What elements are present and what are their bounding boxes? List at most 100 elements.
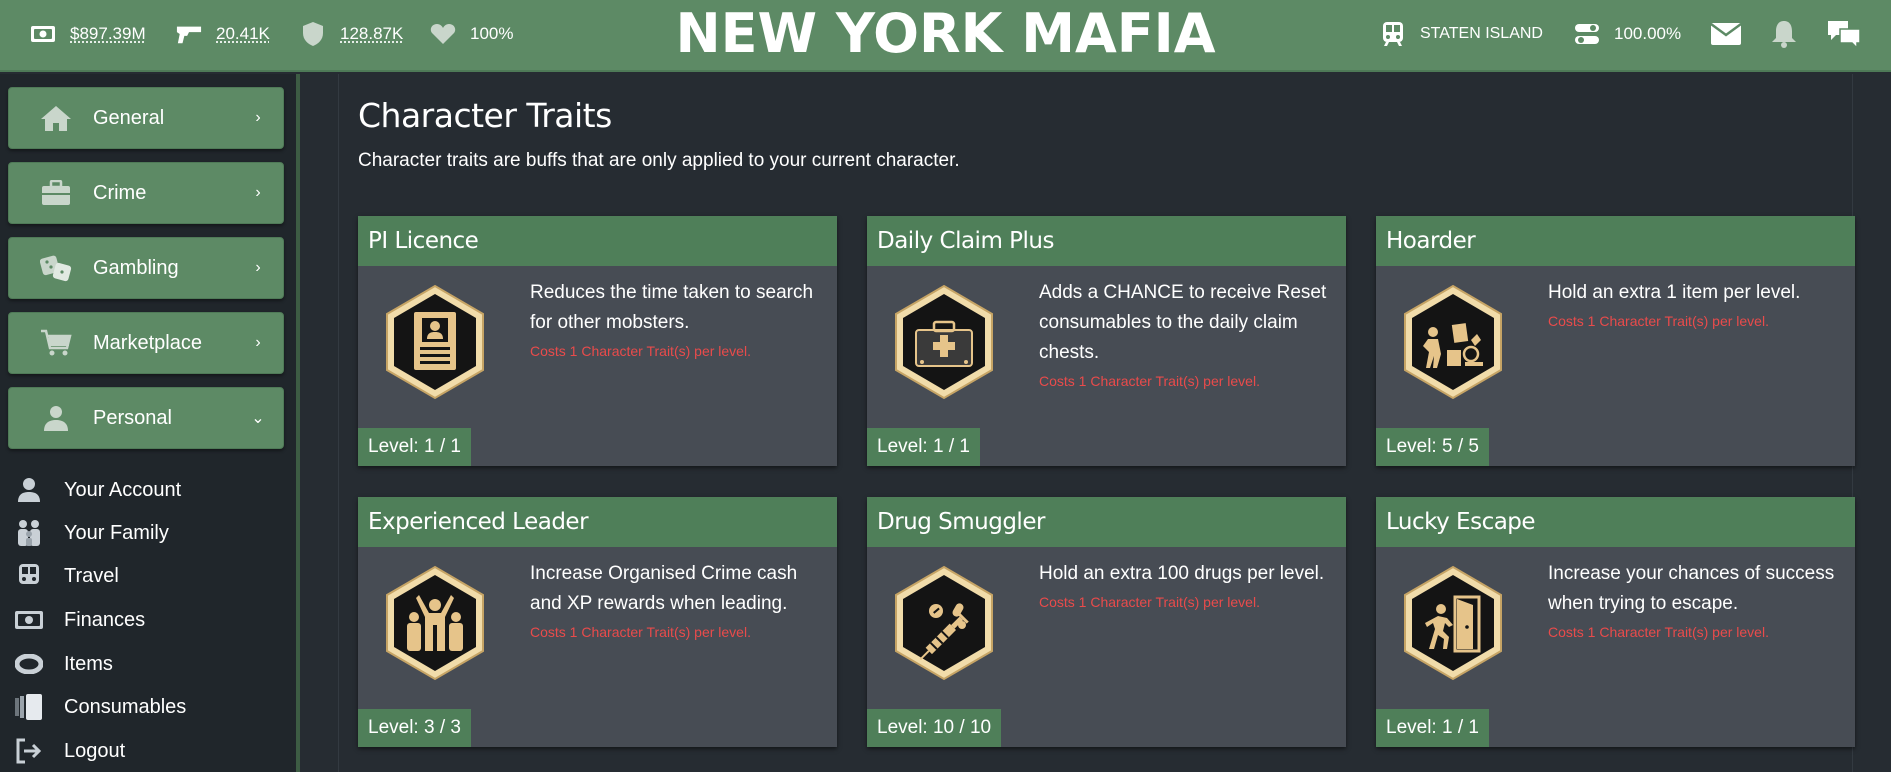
trait-level: Level: 5 / 5	[1376, 428, 1489, 466]
trait-level: Level: 10 / 10	[867, 709, 1002, 747]
location-value: STATEN ISLAND	[1420, 25, 1543, 42]
menu-label: Gambling	[93, 256, 179, 279]
trait-name: Hoarder	[1376, 216, 1855, 266]
trait-name: Drug Smuggler	[867, 497, 1346, 547]
logout-icon	[14, 736, 44, 766]
progress-stat[interactable]: 100.00%	[1574, 0, 1681, 68]
trait-card-lucky-escape[interactable]: Lucky Escape Increase your chances of su…	[1376, 497, 1855, 747]
briefcase-icon	[39, 176, 73, 210]
trait-level: Level: 1 / 1	[867, 428, 980, 466]
sidebar-item-consumables[interactable]: Consumables	[14, 689, 186, 725]
trait-description: Hold an extra 100 drugs per level.	[1039, 563, 1325, 584]
menu-general[interactable]: General ›	[8, 87, 284, 149]
trait-name: Daily Claim Plus	[867, 216, 1346, 266]
trait-cost: Costs 1 Character Trait(s) per level.	[530, 624, 751, 640]
bullets-stat[interactable]: 20.41K	[176, 0, 270, 68]
page-title: Character Traits	[358, 96, 612, 135]
menu-gambling[interactable]: Gambling ›	[8, 237, 284, 299]
bell-icon[interactable]	[1766, 16, 1802, 52]
cash-value: $897.39M	[70, 24, 146, 43]
gun-icon	[176, 21, 202, 47]
trait-level: Level: 1 / 1	[1376, 709, 1489, 747]
page-subtitle: Character traits are buffs that are only…	[358, 150, 960, 171]
group-icon	[386, 565, 484, 681]
heart-icon	[430, 21, 456, 47]
cash-icon	[14, 605, 44, 635]
trait-description: Reduces the time taken to search for oth…	[530, 282, 814, 333]
defense-stat[interactable]: 128.87K	[300, 0, 403, 68]
trait-card-pi-licence[interactable]: PI Licence Reduces the time taken to sea…	[358, 216, 837, 466]
trait-card-daily-claim-plus[interactable]: Daily Claim Plus Adds a CHANCE to receiv…	[867, 216, 1346, 466]
train-icon	[14, 561, 44, 591]
health-stat[interactable]: 100%	[430, 0, 513, 68]
sidebar-item-logout[interactable]: Logout	[14, 733, 125, 769]
chevron-down-icon: ⌄	[251, 410, 265, 427]
chevron-right-icon: ›	[255, 109, 261, 126]
sidebar-item-label: Consumables	[64, 695, 187, 718]
trait-description-block: Hold an extra 1 item per level. Costs 1 …	[1548, 278, 1848, 332]
trait-level: Level: 1 / 1	[358, 428, 471, 466]
trait-cost: Costs 1 Character Trait(s) per level.	[530, 343, 751, 359]
trait-level: Level: 3 / 3	[358, 709, 471, 747]
sidebar-item-items[interactable]: Items	[14, 646, 113, 682]
menu-personal[interactable]: Personal ⌄	[8, 387, 284, 449]
medkit-icon	[895, 284, 993, 400]
trait-cost: Costs 1 Character Trait(s) per level.	[1548, 313, 1769, 329]
dice-icon	[39, 251, 73, 285]
chevron-right-icon: ›	[255, 184, 261, 201]
health-value: 100%	[470, 24, 514, 43]
trait-name: Experienced Leader	[358, 497, 837, 547]
trait-name: Lucky Escape	[1376, 497, 1855, 547]
menu-label: Crime	[93, 181, 147, 204]
menu-marketplace[interactable]: Marketplace ›	[8, 312, 284, 374]
cash-stat[interactable]: $897.39M	[30, 0, 146, 68]
trait-card-experienced-leader[interactable]: Experienced Leader Increase Organised Cr…	[358, 497, 837, 747]
sidebar-item-label: Items	[64, 652, 113, 675]
trait-name: PI Licence	[358, 216, 837, 266]
top-bar: $897.39M 20.41K 128.87K 100% NEW YORK MA…	[0, 0, 1891, 72]
trait-card-hoarder[interactable]: Hoarder Hold an extra 1 item per level. …	[1376, 216, 1855, 466]
trait-cost: Costs 1 Character Trait(s) per level.	[1039, 373, 1260, 389]
defense-value: 128.87K	[340, 24, 404, 43]
trait-description-block: Reduces the time taken to search for oth…	[530, 278, 830, 362]
trait-description: Increase your chances of success when tr…	[1548, 563, 1835, 614]
cash-icon	[30, 21, 56, 47]
family-icon	[14, 518, 44, 548]
sidebar-item-label: Your Family	[64, 521, 169, 544]
home-icon	[39, 101, 73, 135]
sidebar-item-label: Travel	[64, 564, 119, 587]
sidebar-item-your-account[interactable]: Your Account	[14, 472, 181, 508]
sidebar-item-finances[interactable]: Finances	[14, 602, 145, 638]
sidebar-item-travel[interactable]: Travel	[14, 558, 119, 594]
trait-description: Adds a CHANCE to receive Reset consumabl…	[1039, 282, 1327, 363]
trait-card-drug-smuggler[interactable]: Drug Smuggler Hold an extra 100 drugs pe…	[867, 497, 1346, 747]
exit-door-icon	[1404, 565, 1502, 681]
trait-description-block: Hold an extra 100 drugs per level. Costs…	[1039, 559, 1339, 613]
sidebar-item-label: Finances	[64, 608, 146, 631]
hoarder-icon	[1404, 284, 1502, 400]
chevron-right-icon: ›	[255, 259, 261, 276]
user-icon	[39, 401, 73, 435]
trait-cost: Costs 1 Character Trait(s) per level.	[1548, 624, 1769, 640]
chat-icon[interactable]	[1826, 16, 1862, 52]
ring-icon	[14, 649, 44, 679]
sidebar-item-your-family[interactable]: Your Family	[14, 515, 169, 551]
progress-value: 100.00%	[1614, 24, 1682, 43]
trait-description: Hold an extra 1 item per level.	[1548, 282, 1801, 303]
menu-crime[interactable]: Crime ›	[8, 162, 284, 224]
trait-cost: Costs 1 Character Trait(s) per level.	[1039, 594, 1260, 610]
train-icon	[1380, 21, 1406, 47]
cart-icon	[39, 326, 73, 360]
sidebar-item-label: Logout	[64, 739, 126, 762]
shield-icon	[300, 21, 326, 47]
toggle-icon	[1574, 21, 1600, 47]
trait-description-block: Increase your chances of success when tr…	[1548, 559, 1848, 643]
user-icon	[14, 475, 44, 505]
menu-label: General	[93, 106, 165, 129]
syringe-icon	[895, 565, 993, 681]
cards-icon	[14, 692, 44, 722]
mail-icon[interactable]	[1708, 16, 1744, 52]
location-stat[interactable]: STATEN ISLAND	[1380, 0, 1543, 68]
menu-label: Personal	[93, 406, 172, 429]
menu-label: Marketplace	[93, 331, 202, 354]
